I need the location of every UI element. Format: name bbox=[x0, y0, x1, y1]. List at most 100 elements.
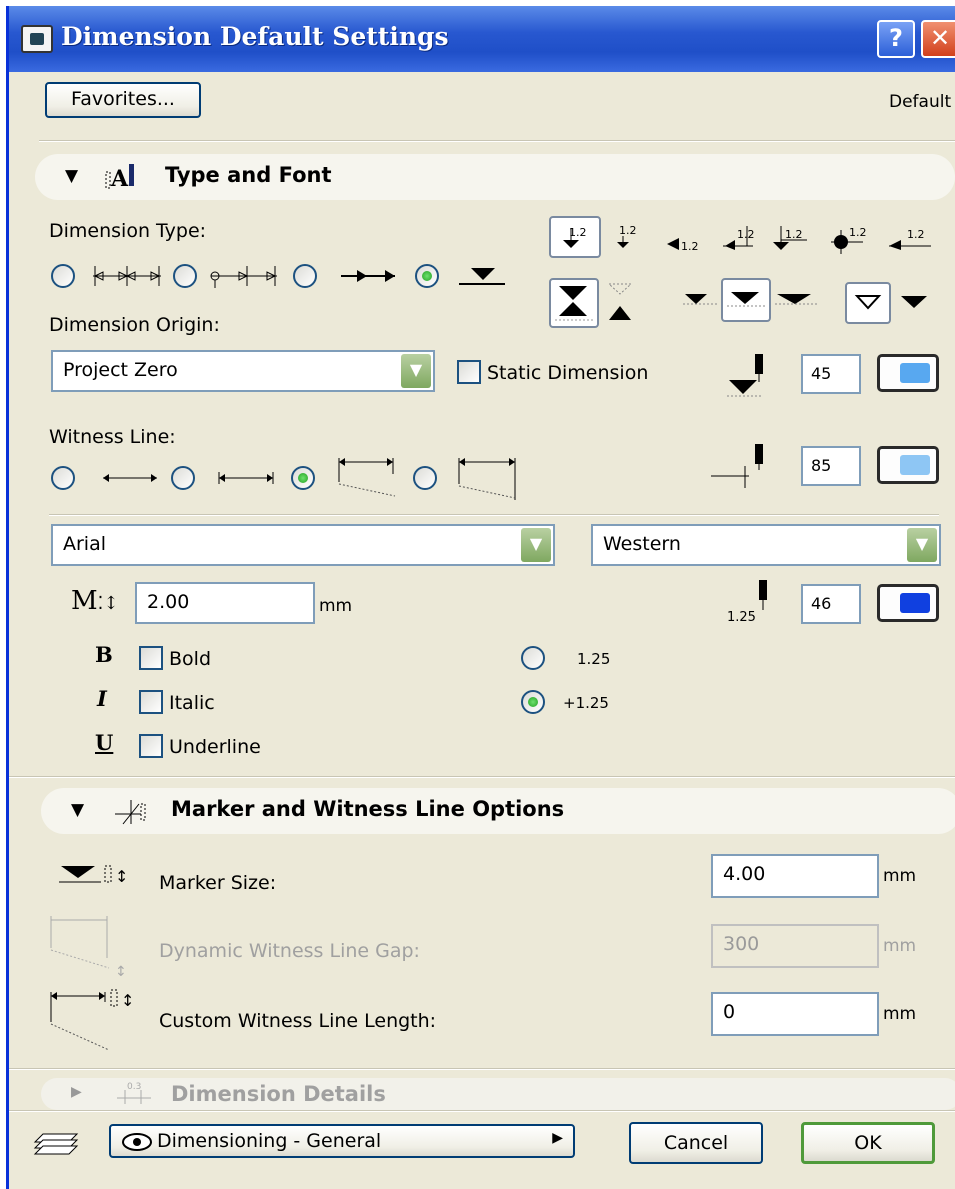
window-title: Dimension Default Settings bbox=[61, 22, 449, 51]
witness-length-icon: ↕ bbox=[50, 989, 134, 1051]
dimension-type-icon-1 bbox=[93, 266, 161, 286]
divider bbox=[9, 1068, 955, 1070]
witness-pen-icon bbox=[711, 444, 763, 488]
divider bbox=[49, 514, 939, 516]
bold-checkbox[interactable] bbox=[139, 646, 163, 670]
marker-position-2-icon[interactable] bbox=[605, 280, 635, 324]
bold-label: Bold bbox=[169, 648, 211, 670]
section-header-type-font[interactable]: ▼ A Type and Font bbox=[35, 154, 955, 200]
dimension-origin-select[interactable]: Project Zero ▼ bbox=[51, 350, 435, 392]
chevron-right-icon: ▶ bbox=[552, 1130, 563, 1146]
witness-gap-input: 300 bbox=[711, 924, 879, 968]
favorites-button[interactable]: Favorites... bbox=[45, 82, 201, 118]
dimension-type-radio-4[interactable] bbox=[415, 264, 439, 288]
dimension-type-radio-2[interactable] bbox=[173, 264, 197, 288]
divider bbox=[9, 1110, 955, 1112]
witness-marker-icon bbox=[115, 800, 146, 825]
marker-style-1-button[interactable]: 1.2 bbox=[549, 216, 601, 258]
marker-position-1-icon bbox=[555, 286, 593, 321]
marker-fill-1-icon[interactable] bbox=[681, 288, 721, 312]
section-header-dimension-details[interactable]: ▶ 0.3 Dimension Details bbox=[41, 1078, 955, 1110]
text-pen-icon bbox=[759, 580, 767, 610]
title-bar[interactable]: Dimension Default Settings ? ✕ bbox=[9, 6, 955, 72]
svg-text:1.2: 1.2 bbox=[907, 228, 925, 241]
cancel-button[interactable]: Cancel bbox=[629, 1122, 763, 1164]
marker-style-1-icon: 1.2 bbox=[563, 226, 587, 248]
bold-icon: B bbox=[95, 642, 113, 667]
witness-line-radio-4[interactable] bbox=[413, 466, 437, 490]
collapse-triangle-icon[interactable]: ▼ bbox=[65, 166, 78, 186]
layer-select-button[interactable]: Dimensioning - General ▶ bbox=[109, 1124, 575, 1158]
marker-outline-button[interactable] bbox=[845, 282, 891, 324]
number-format-label-2: +1.25 bbox=[563, 694, 609, 712]
collapse-triangle-icon[interactable]: ▼ bbox=[71, 800, 84, 820]
svg-text:1.2: 1.2 bbox=[569, 226, 587, 239]
section-header-marker-options[interactable]: ▼ Marker and Witness Line Options bbox=[41, 788, 955, 834]
marker-fill-3-icon[interactable] bbox=[773, 288, 821, 312]
help-button[interactable]: ? bbox=[877, 20, 915, 58]
marker-size-input[interactable]: 4.00 bbox=[711, 854, 879, 898]
witness-line-icon-4 bbox=[458, 458, 516, 500]
witness-line-label: Witness Line: bbox=[49, 426, 176, 448]
script-value: Western bbox=[603, 533, 681, 555]
static-dimension-checkbox[interactable] bbox=[457, 360, 481, 384]
marker-style-row-icons[interactable]: 1.2 1.2 1.2 1.2 1.2 1.2 bbox=[613, 220, 943, 256]
svg-text:1.2: 1.2 bbox=[681, 240, 699, 253]
triangle-filled-icon[interactable] bbox=[899, 290, 929, 314]
font-type-icon: A bbox=[105, 164, 134, 192]
witness-gap-unit: mm bbox=[883, 936, 917, 956]
dimension-type-radio-3[interactable] bbox=[293, 264, 317, 288]
witness-pen-field[interactable]: 85 bbox=[801, 446, 861, 486]
witness-line-radio-1[interactable] bbox=[51, 466, 75, 490]
witness-pen-color-button[interactable] bbox=[877, 446, 939, 484]
witness-line-radio-2[interactable] bbox=[171, 466, 195, 490]
dimension-type-radio-1[interactable] bbox=[51, 264, 75, 288]
italic-icon: I bbox=[97, 686, 107, 711]
witness-length-unit: mm bbox=[883, 1004, 917, 1024]
marker-fill-2-button[interactable] bbox=[721, 278, 771, 322]
witness-line-icon-2 bbox=[218, 472, 274, 484]
underline-checkbox[interactable] bbox=[139, 734, 163, 758]
witness-length-label: Custom Witness Line Length: bbox=[159, 1010, 437, 1032]
svg-text:A: A bbox=[110, 166, 129, 192]
svg-text:↕: ↕ bbox=[115, 964, 127, 980]
expand-triangle-icon[interactable]: ▶ bbox=[71, 1084, 82, 1100]
chevron-down-icon[interactable]: ▼ bbox=[401, 354, 431, 388]
text-pen-field[interactable]: 46 bbox=[801, 584, 861, 624]
witness-line-radio-3[interactable] bbox=[291, 466, 315, 490]
marker-size-label: Marker Size: bbox=[159, 872, 277, 894]
dimension-origin-value: Project Zero bbox=[63, 359, 178, 381]
marker-fill-2-icon bbox=[727, 292, 765, 307]
dimension-type-icon-2 bbox=[210, 266, 277, 288]
witness-gap-icon: ↕ bbox=[50, 916, 127, 980]
text-size-unit: mm bbox=[319, 596, 353, 616]
text-size-input[interactable]: 2.00 bbox=[135, 582, 315, 624]
ok-button[interactable]: OK bbox=[801, 1122, 935, 1164]
divider bbox=[9, 776, 955, 778]
svg-text:1.2: 1.2 bbox=[785, 228, 803, 241]
dimension-details-icon: 0.3 bbox=[117, 1082, 151, 1104]
svg-text:0.3: 0.3 bbox=[127, 1082, 141, 1092]
dialog-window: Dimension Default Settings ? ✕ Favorites… bbox=[6, 6, 955, 1189]
font-select[interactable]: Arial ▼ bbox=[51, 524, 555, 566]
number-format-label-1: 1.25 bbox=[577, 650, 611, 668]
text-pen-color-button[interactable] bbox=[877, 584, 939, 622]
chevron-down-icon[interactable]: ▼ bbox=[521, 528, 551, 562]
divider bbox=[39, 140, 955, 142]
italic-checkbox[interactable] bbox=[139, 690, 163, 714]
section-label: Type and Font bbox=[165, 163, 332, 187]
chevron-down-icon[interactable]: ▼ bbox=[907, 528, 937, 562]
number-format-radio-2[interactable] bbox=[521, 690, 545, 714]
number-format-radio-1[interactable] bbox=[521, 646, 545, 670]
underline-icon: U bbox=[95, 730, 114, 755]
marker-position-1-button[interactable] bbox=[549, 278, 599, 328]
marker-size-unit: mm bbox=[883, 866, 917, 886]
svg-text:1.2: 1.2 bbox=[737, 228, 755, 241]
close-button[interactable]: ✕ bbox=[921, 20, 955, 58]
text-pen-sample: 1.25 bbox=[727, 610, 756, 625]
marker-pen-color-button[interactable] bbox=[877, 354, 939, 392]
script-select[interactable]: Western ▼ bbox=[591, 524, 941, 566]
marker-pen-field[interactable]: 45 bbox=[801, 354, 861, 394]
witness-length-input[interactable]: 0 bbox=[711, 992, 879, 1036]
eye-icon bbox=[122, 1133, 152, 1151]
